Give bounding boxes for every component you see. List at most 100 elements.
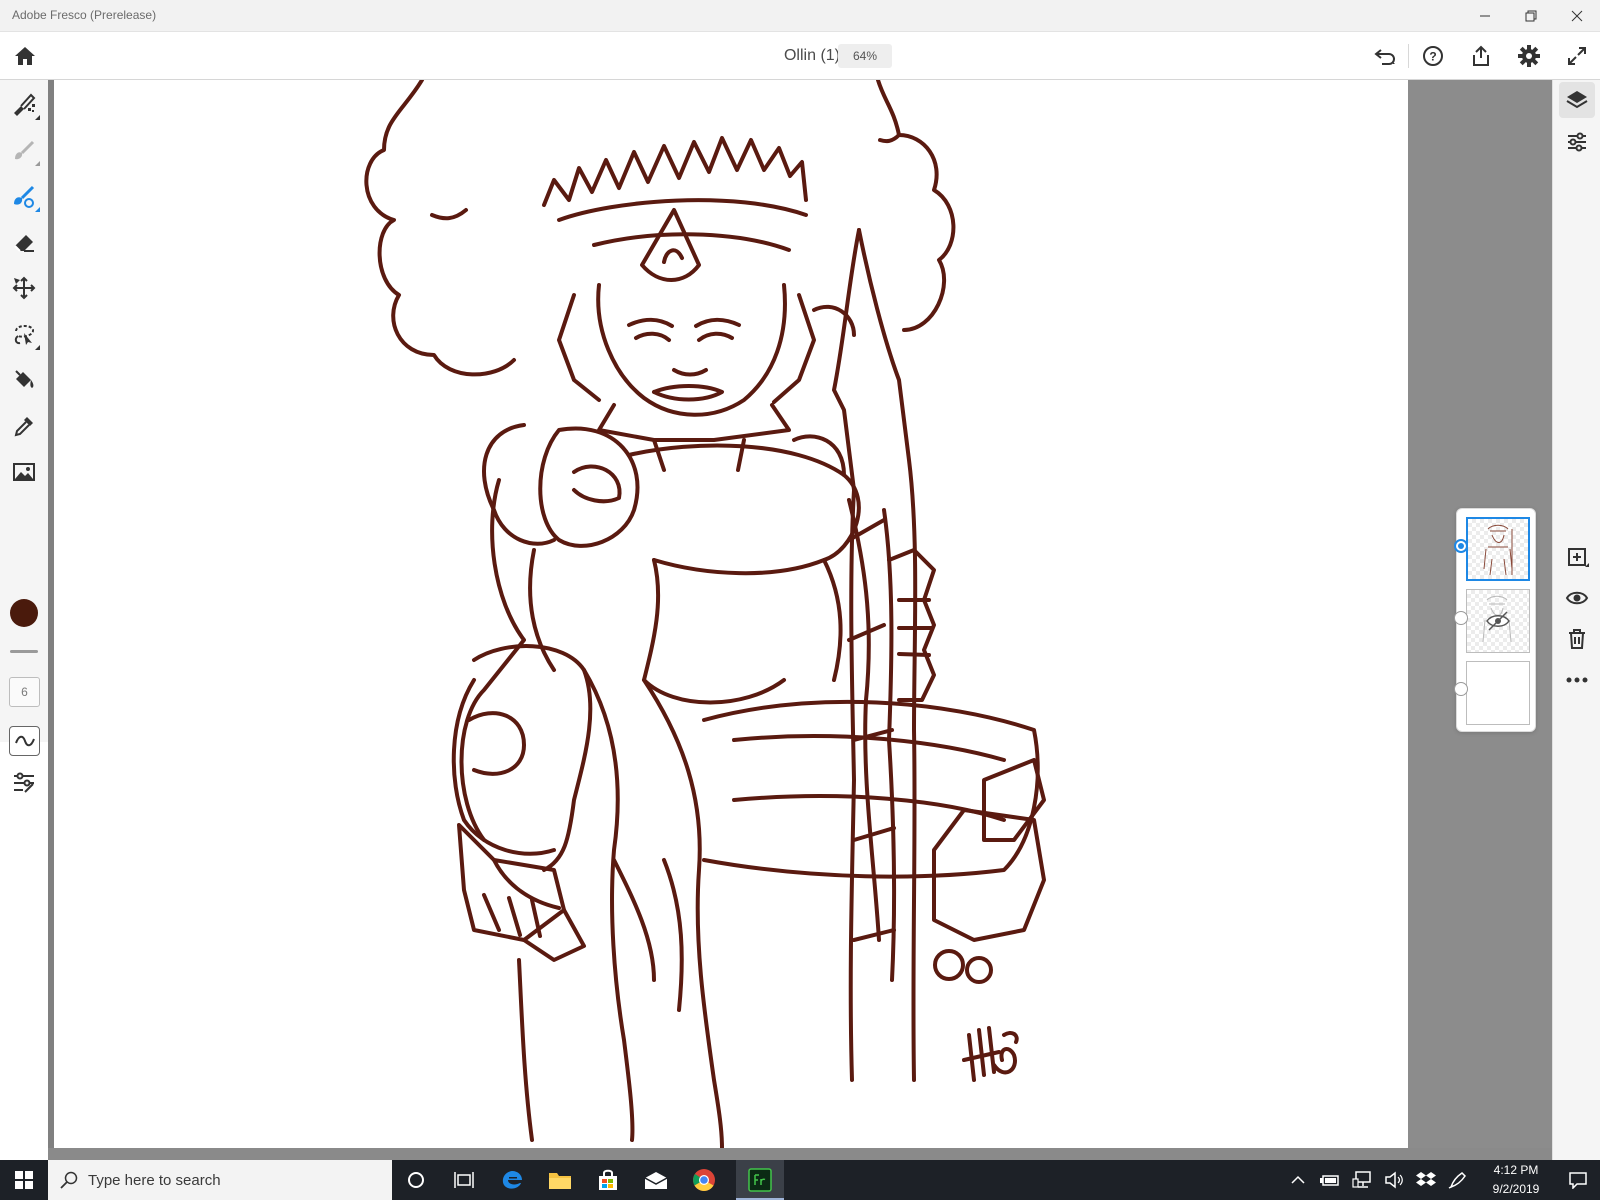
fresco-taskbar-button[interactable] (736, 1160, 784, 1200)
pixel-brush-tool[interactable] (6, 86, 42, 122)
place-image-tool[interactable] (6, 454, 42, 490)
delete-layer-button[interactable] (1559, 621, 1595, 657)
home-icon (15, 47, 35, 65)
mail-button[interactable] (632, 1160, 680, 1200)
image-icon (13, 463, 35, 481)
expand-icon (1568, 47, 1586, 65)
drawing-canvas[interactable] (54, 80, 1408, 1148)
chrome-icon (693, 1169, 715, 1191)
fill-tool[interactable] (6, 362, 42, 398)
windows-logo-icon (15, 1171, 33, 1189)
show-hidden-icons-button[interactable] (1286, 1160, 1310, 1200)
move-icon (12, 276, 36, 300)
dropbox-tray-icon[interactable] (1412, 1160, 1440, 1200)
layer-thumbnail-2[interactable] (1466, 589, 1530, 653)
settings-button[interactable] (1514, 41, 1544, 71)
pen-workspace-tray-icon[interactable] (1444, 1160, 1472, 1200)
store-button[interactable] (584, 1160, 632, 1200)
move-transform-tool[interactable] (6, 270, 42, 306)
live-brush-icon (15, 140, 35, 160)
minimize-icon (1480, 15, 1490, 17)
eraser-tool[interactable] (6, 224, 42, 260)
network-icon (1352, 1171, 1371, 1188)
task-view-icon (454, 1172, 474, 1188)
start-button[interactable] (0, 1160, 48, 1200)
zoom-level-badge[interactable]: 64% (838, 44, 892, 68)
layer-preview (1483, 524, 1513, 576)
eraser-icon (14, 235, 34, 252)
help-button[interactable]: ? (1418, 41, 1448, 71)
battery-tray-icon[interactable] (1316, 1160, 1344, 1200)
line-art-drawing (364, 80, 1046, 1148)
document-title[interactable]: Ollin (1) (740, 47, 840, 65)
search-icon (60, 1171, 78, 1189)
edge-browser-button[interactable] (488, 1160, 536, 1200)
restore-icon (1525, 10, 1537, 22)
close-icon (1571, 10, 1583, 22)
help-icon: ? (1423, 46, 1443, 66)
store-bag-icon (599, 1169, 617, 1190)
search-placeholder: Type here to search (88, 1172, 221, 1189)
layer-preview (1482, 595, 1512, 643)
more-icon (1566, 677, 1588, 683)
restore-button[interactable] (1508, 0, 1554, 32)
adjustments-icon (1568, 132, 1586, 152)
brush-size-field[interactable]: 6 (9, 677, 40, 707)
lasso-select-tool[interactable] (6, 316, 42, 352)
pen-icon (1448, 1172, 1466, 1189)
layer-properties-button[interactable] (1559, 124, 1595, 160)
taskbar-search-box[interactable]: Type here to search (48, 1160, 392, 1200)
cortana-button[interactable] (392, 1160, 440, 1200)
fresco-app-window: Adobe Fresco (Prerelease) Ollin (1) 64% … (0, 0, 1600, 1200)
canvas-bottom-edge (48, 1148, 1552, 1160)
fullscreen-button[interactable] (1562, 41, 1592, 71)
minimize-button[interactable] (1462, 0, 1508, 32)
layer-thumbnail-3[interactable] (1466, 661, 1530, 725)
file-explorer-button[interactable] (536, 1160, 584, 1200)
share-icon (1473, 45, 1489, 66)
brush-settings-tool[interactable] (6, 764, 42, 800)
undo-icon (1374, 49, 1395, 65)
layers-panel (1454, 508, 1536, 732)
wave-icon (14, 735, 35, 747)
more-options-button[interactable] (1559, 662, 1595, 698)
gear-icon (1518, 45, 1540, 67)
window-title-bar: Adobe Fresco (Prerelease) (0, 0, 1600, 32)
clock-time[interactable]: 4:12 PM (1474, 1163, 1558, 1177)
layers-icon (1566, 91, 1588, 109)
window-title: Adobe Fresco (Prerelease) (12, 8, 157, 22)
toggle-visibility-button[interactable] (1559, 580, 1595, 616)
eyedropper-tool[interactable] (6, 408, 42, 444)
color-swatch[interactable] (10, 599, 38, 627)
add-layer-icon (1568, 548, 1589, 567)
home-button[interactable] (10, 41, 40, 71)
eyedropper-icon (14, 417, 33, 437)
layer-3-image-icon (1454, 682, 1468, 696)
app-header: Ollin (1) 64% ? (0, 32, 1600, 80)
undo-button[interactable] (1370, 41, 1400, 71)
layer-1-selected-indicator[interactable] (1454, 539, 1468, 553)
smoothing-button[interactable] (9, 726, 40, 756)
task-view-button[interactable] (440, 1160, 488, 1200)
volume-tray-icon[interactable] (1380, 1160, 1408, 1200)
add-layer-button[interactable] (1559, 539, 1595, 575)
network-tray-icon[interactable] (1348, 1160, 1376, 1200)
trash-icon (1569, 629, 1585, 649)
sliders-icon (14, 772, 34, 793)
live-brush-tool[interactable] (6, 132, 42, 168)
notification-icon (1569, 1172, 1587, 1189)
left-toolbar: 6 (0, 80, 48, 793)
action-center-button[interactable] (1556, 1160, 1600, 1200)
layer-thumbnail-1[interactable] (1466, 517, 1530, 581)
chrome-button[interactable] (680, 1160, 728, 1200)
vector-brush-icon (14, 185, 35, 208)
clock-date[interactable]: 9/2/2019 (1474, 1182, 1558, 1196)
layers-button[interactable] (1559, 82, 1595, 118)
vector-brush-tool[interactable] (6, 178, 42, 214)
share-button[interactable] (1466, 41, 1496, 71)
chevron-up-icon (1291, 1175, 1305, 1184)
lasso-icon (14, 325, 34, 345)
close-button[interactable] (1554, 0, 1600, 32)
folder-icon (549, 1173, 571, 1189)
paint-bucket-icon (15, 370, 34, 388)
